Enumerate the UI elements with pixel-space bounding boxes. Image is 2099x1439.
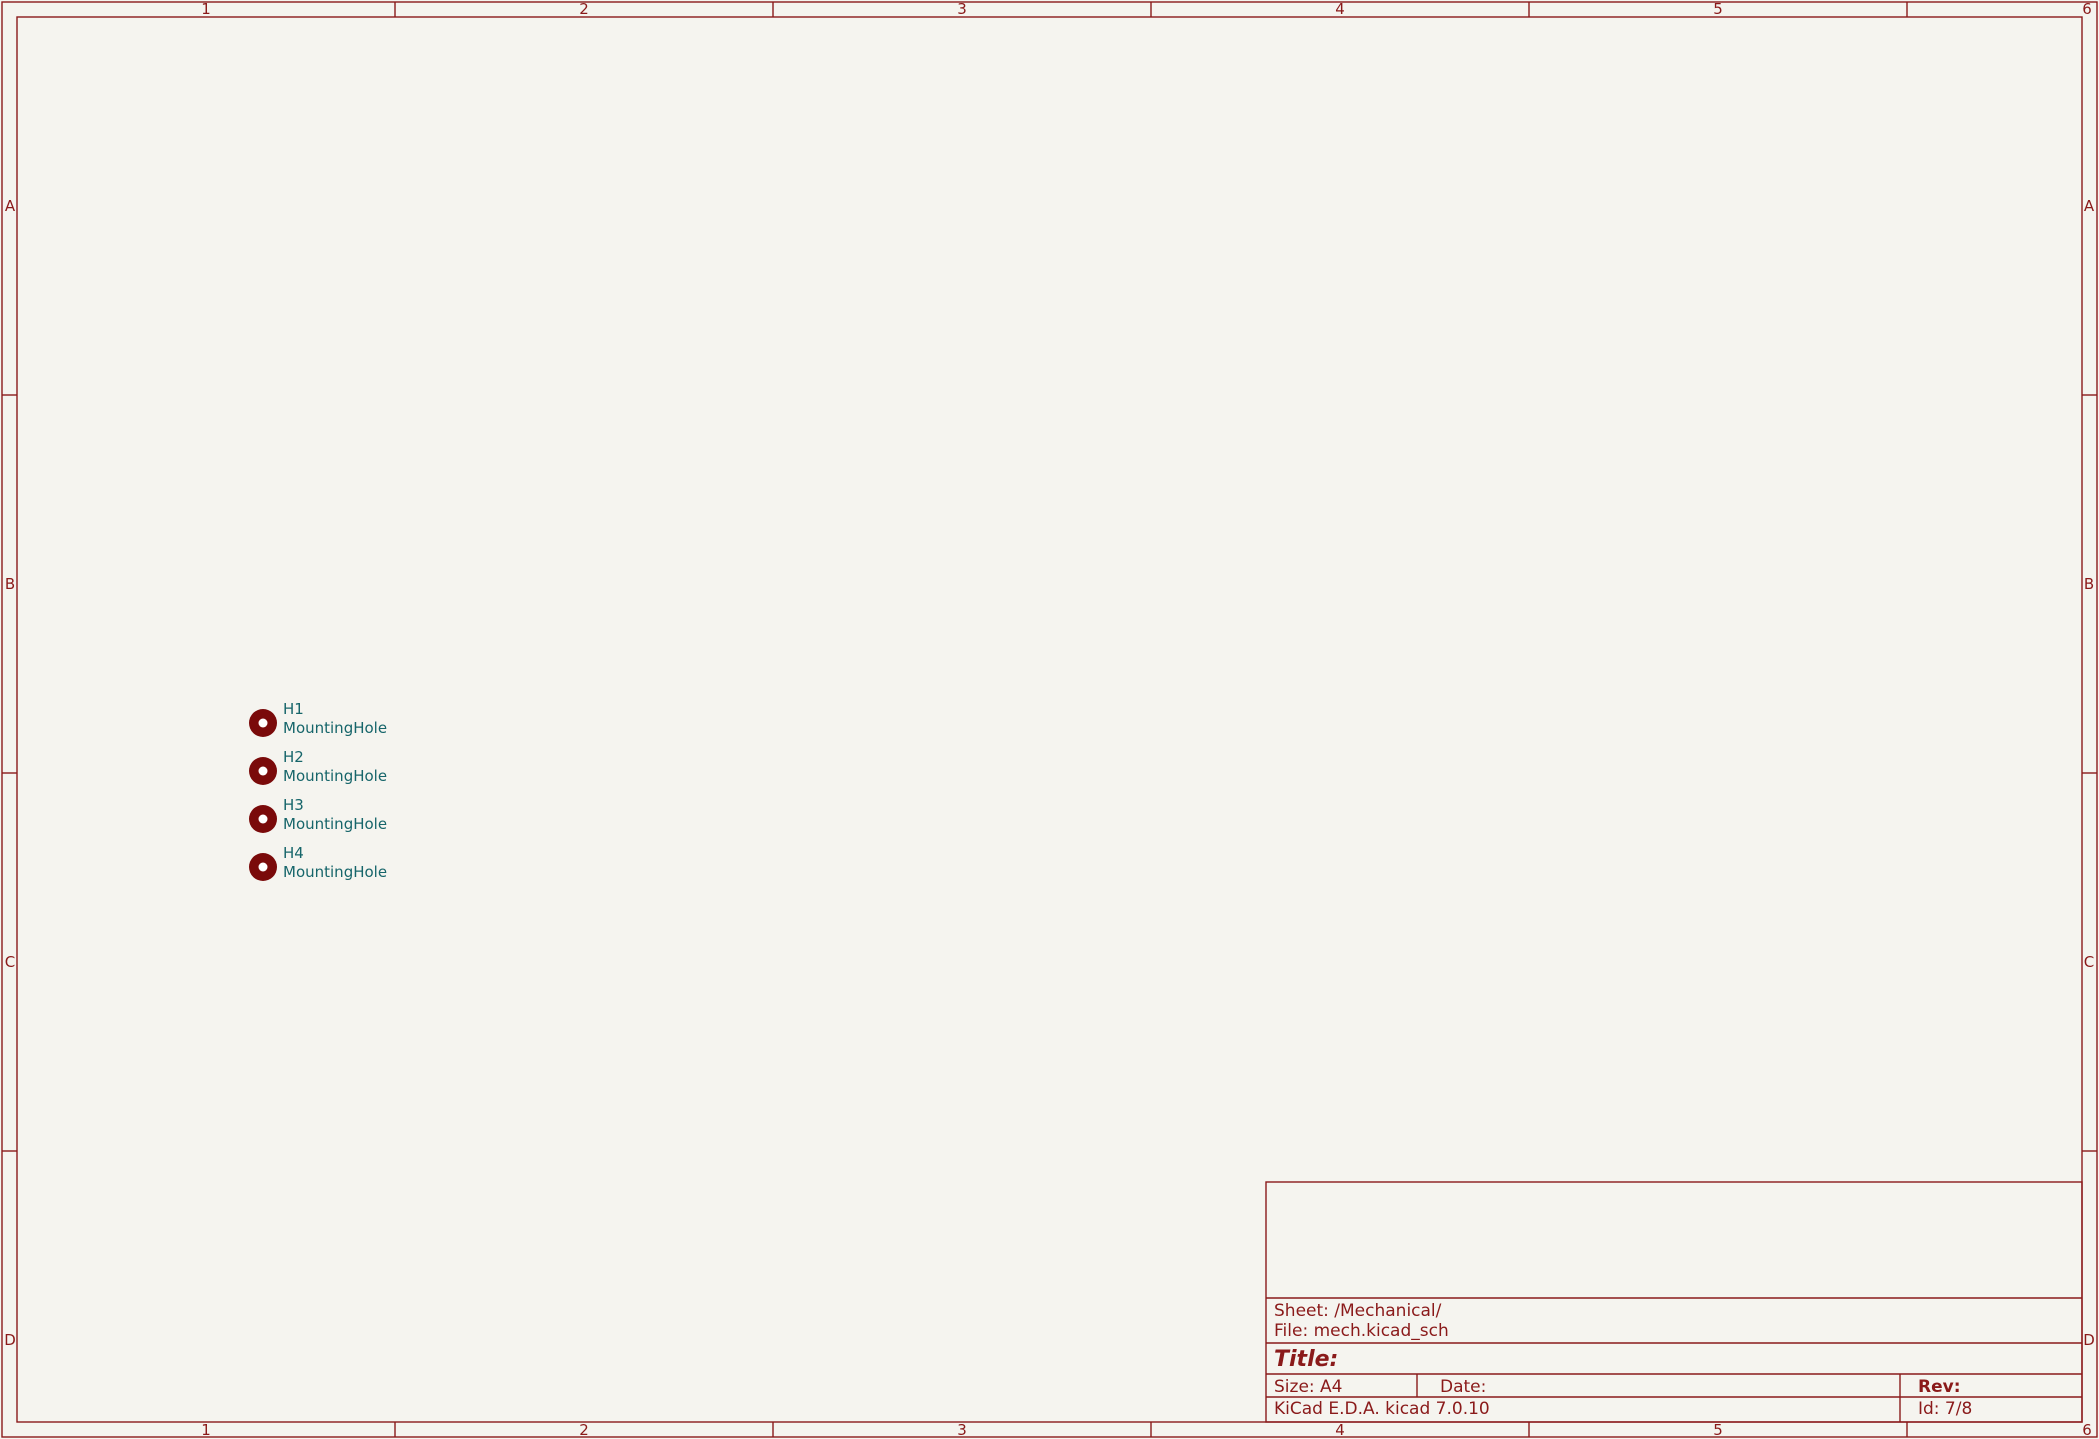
date-label: Date: xyxy=(1440,1377,1486,1397)
mounting-hole-symbol: H1MountingHole xyxy=(249,700,387,737)
sheet-id: Id: 7/8 xyxy=(1918,1399,1972,1419)
schematic-sheet: 112233445566 A AB BC CD D H1MountingHoleH2Mo… xyxy=(1,0,2098,1439)
row-label-left: C xyxy=(5,953,15,971)
column-label-bottom: 2 xyxy=(579,1421,589,1439)
column-label-top: 2 xyxy=(579,0,589,18)
mounting-hole-symbol: H2MountingHole xyxy=(249,748,387,785)
column-label-top: 4 xyxy=(1335,0,1345,18)
generator-info: KiCad E.D.A. kicad 7.0.10 xyxy=(1274,1399,1490,1419)
symbol-value: MountingHole xyxy=(283,719,387,737)
symbol-value: MountingHole xyxy=(283,767,387,785)
row-label-right: B xyxy=(2084,575,2094,593)
mounting-hole-center xyxy=(258,814,268,824)
symbol-reference: H1 xyxy=(283,700,304,718)
column-label-bottom: 1 xyxy=(201,1421,211,1439)
row-label-left: D xyxy=(4,1331,16,1349)
sheet-size: Size: A4 xyxy=(1274,1377,1342,1397)
symbol-reference: H3 xyxy=(283,796,304,814)
row-label-left: B xyxy=(5,575,15,593)
column-label-bottom: 6 xyxy=(2082,1421,2092,1439)
rev-label: Rev: xyxy=(1918,1377,1961,1397)
column-label-top: 1 xyxy=(201,0,211,18)
column-label-bottom: 4 xyxy=(1335,1421,1345,1439)
mounting-hole-symbol: H4MountingHole xyxy=(249,844,387,881)
mounting-hole-center xyxy=(258,718,268,728)
symbol-value: MountingHole xyxy=(283,863,387,881)
title-block: Sheet: /Mechanical/ File: mech.kicad_sch… xyxy=(1265,1181,2083,1423)
column-label-top: 5 xyxy=(1713,0,1723,18)
column-label-top: 6 xyxy=(2082,0,2092,18)
file-name: File: mech.kicad_sch xyxy=(1274,1321,1449,1341)
mounting-hole-center xyxy=(258,862,268,872)
mounting-hole-center xyxy=(258,766,268,776)
column-label-bottom: 5 xyxy=(1713,1421,1723,1439)
column-label-top: 3 xyxy=(957,0,967,18)
row-label-right: C xyxy=(2084,953,2094,971)
symbol-value: MountingHole xyxy=(283,815,387,833)
mounting-holes: H1MountingHoleH2MountingHoleH3MountingHo… xyxy=(249,700,387,881)
title-label: Title: xyxy=(1274,1347,1338,1372)
row-label-right: A xyxy=(2084,197,2095,215)
row-label-left: A xyxy=(5,197,16,215)
row-label-right: D xyxy=(2083,1331,2095,1349)
mounting-hole-symbol: H3MountingHole xyxy=(249,796,387,833)
symbol-reference: H2 xyxy=(283,748,304,766)
symbol-reference: H4 xyxy=(283,844,304,862)
column-ticks: 1 1 2 2 3 3 4 4 5 5 6 6 xyxy=(201,0,2092,1439)
sheet-path: Sheet: /Mechanical/ xyxy=(1274,1301,1442,1321)
column-label-bottom: 3 xyxy=(957,1421,967,1439)
